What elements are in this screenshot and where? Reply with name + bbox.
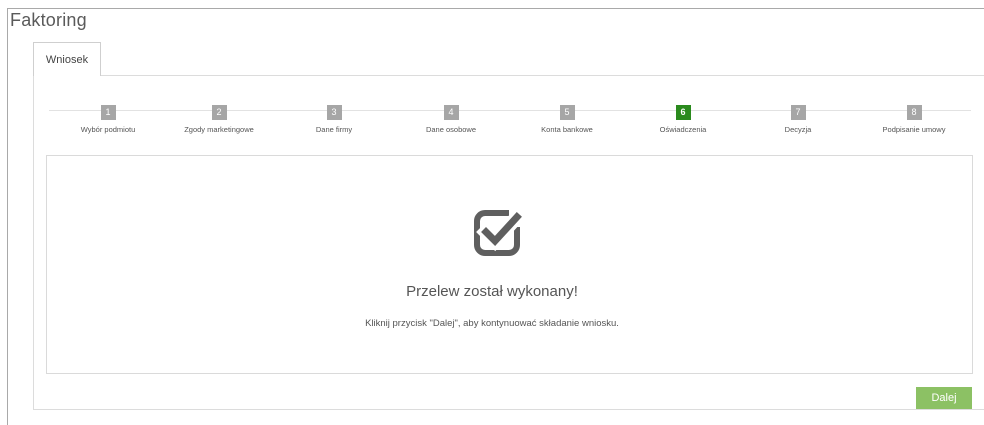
- success-title: Przelew został wykonany!: [406, 283, 578, 300]
- step-label: Oświadczenia: [659, 125, 707, 134]
- step-1: 1 Wybór podmiotu: [48, 102, 168, 134]
- step-number: 1: [100, 105, 116, 120]
- step-6: 6 Oświadczenia: [623, 102, 743, 134]
- step-label: Dane osobowe: [425, 125, 477, 134]
- step-number: 8: [906, 105, 922, 120]
- step-label: Wybór podmiotu: [80, 125, 136, 134]
- step-5: 5 Konta bankowe: [507, 102, 627, 134]
- step-3: 3 Dane firmy: [274, 102, 394, 134]
- step-label: Konta bankowe: [541, 125, 593, 134]
- tab-wniosek[interactable]: Wniosek: [33, 42, 101, 76]
- step-label: Zgody marketingowe: [184, 125, 254, 134]
- page-title: Faktoring: [10, 10, 87, 30]
- checkbox-checked-icon: [474, 207, 523, 256]
- confirmation-box: [46, 155, 973, 374]
- step-label: Dane firmy: [315, 125, 353, 134]
- step-label: Decyzja: [784, 125, 812, 134]
- step-number: 2: [211, 105, 227, 120]
- step-number: 5: [559, 105, 575, 120]
- success-subtitle: Kliknij przycisk "Dalej", aby kontynuowa…: [365, 318, 619, 329]
- step-number: 4: [443, 105, 459, 120]
- step-8: 8 Podpisanie umowy: [854, 102, 974, 134]
- step-4: 4 Dane osobowe: [391, 102, 511, 134]
- step-number-active: 6: [675, 105, 691, 120]
- step-7: 7 Decyzja: [738, 102, 858, 134]
- next-button[interactable]: Dalej: [916, 387, 972, 409]
- step-number: 3: [326, 105, 342, 120]
- step-label: Podpisanie umowy: [882, 125, 946, 134]
- step-number: 7: [790, 105, 806, 120]
- step-2: 2 Zgody marketingowe: [159, 102, 279, 134]
